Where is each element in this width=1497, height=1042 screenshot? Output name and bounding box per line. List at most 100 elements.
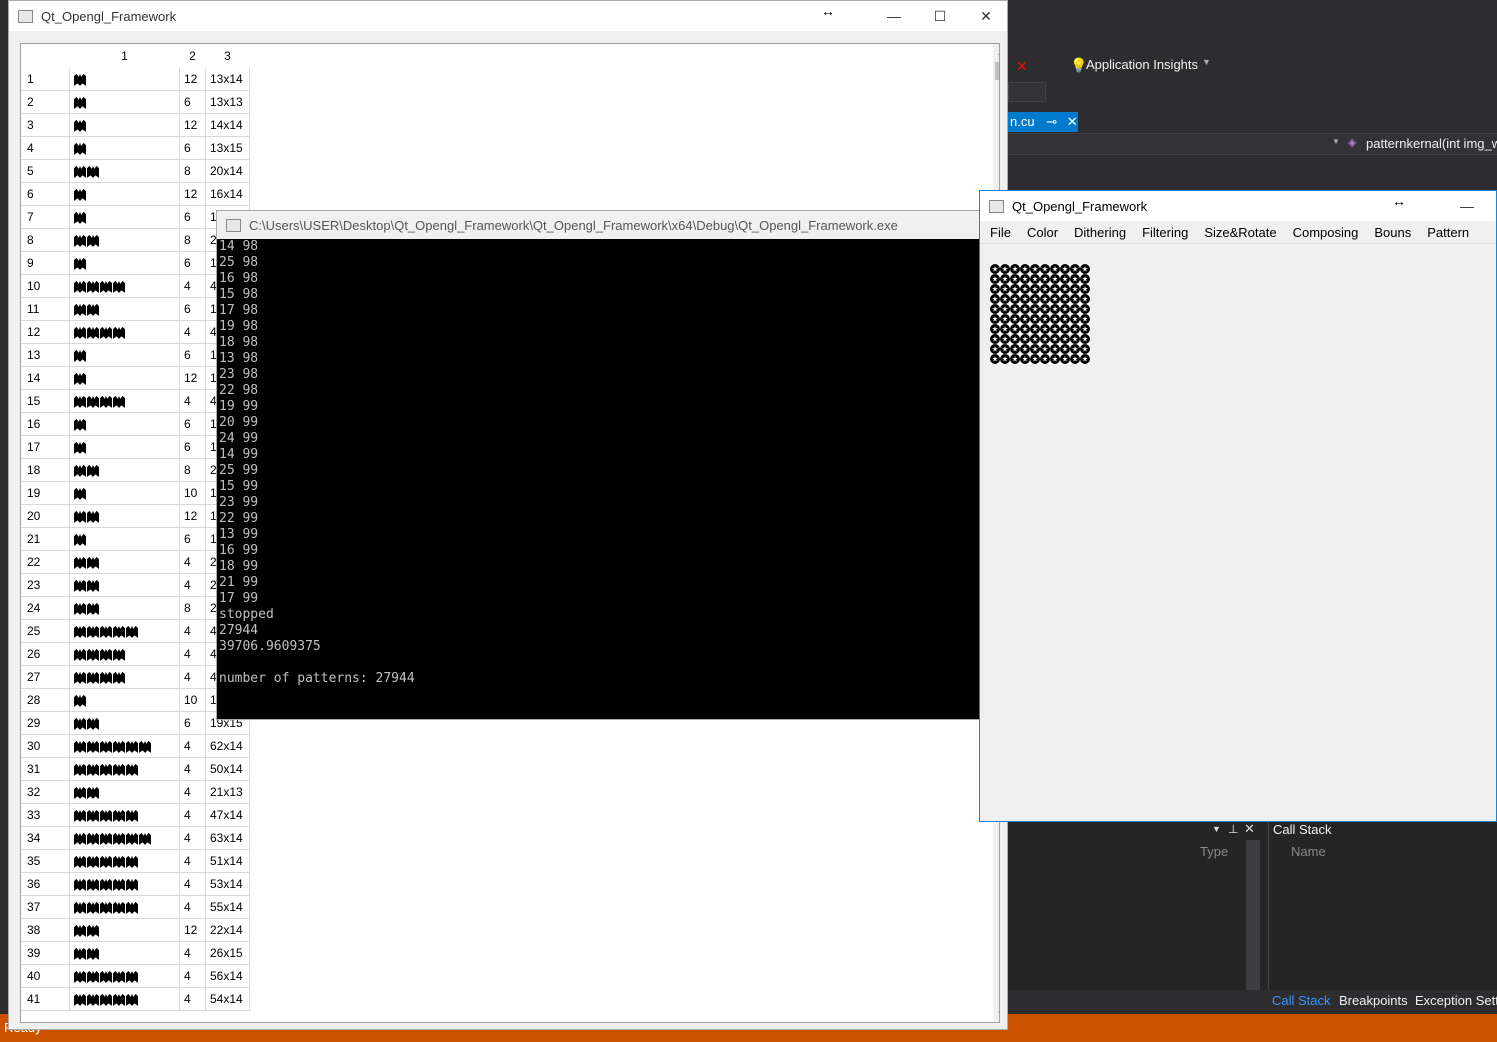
count-cell[interactable]: 12 [179,366,206,390]
count-cell[interactable]: 6 [179,297,206,321]
application-insights-button[interactable]: Application Insights [1086,57,1198,72]
row-header[interactable]: 11 [21,297,70,321]
row-header[interactable]: 36 [21,872,70,896]
count-cell[interactable]: 6 [179,412,206,436]
menu-item-composing[interactable]: Composing [1285,225,1367,240]
row-header[interactable]: 30 [21,734,70,758]
pattern-cell[interactable] [69,826,180,850]
size-cell[interactable]: 53x14 [205,872,250,896]
pin-icon[interactable]: ⊥ [1228,822,1238,836]
row-header[interactable]: 12 [21,320,70,344]
pattern-cell[interactable] [69,642,180,666]
row-header[interactable]: 25 [21,619,70,643]
title-bar[interactable]: Qt_Opengl_Framework ↔ — ☐ ✕ [9,1,1007,31]
count-cell[interactable]: 4 [179,780,206,804]
count-cell[interactable]: 10 [179,688,206,712]
pattern-cell[interactable] [69,182,180,206]
row-header[interactable]: 16 [21,412,70,436]
chevron-down-icon[interactable]: ▼ [1202,57,1211,67]
pattern-cell[interactable] [69,481,180,505]
pattern-cell[interactable] [69,343,180,367]
table-row[interactable]: 34 4 63x14 [21,826,250,850]
count-cell[interactable]: 4 [179,274,206,298]
row-header[interactable]: 4 [21,136,70,160]
pattern-cell[interactable] [69,435,180,459]
tab-source-file[interactable]: n.cu ⊸ ✕ [1008,112,1078,132]
pattern-cell[interactable] [69,366,180,390]
row-header[interactable]: 24 [21,596,70,620]
row-header[interactable]: 1 [21,68,70,91]
count-cell[interactable]: 4 [179,550,206,574]
pattern-cell[interactable] [69,113,180,137]
row-header[interactable]: 8 [21,228,70,252]
size-cell[interactable]: 22x14 [205,918,250,942]
menu-item-sizerotate[interactable]: Size&Rotate [1196,225,1284,240]
size-cell[interactable]: 51x14 [205,849,250,873]
row-header[interactable]: 21 [21,527,70,551]
menu-item-file[interactable]: File [982,225,1019,240]
row-header[interactable]: 19 [21,481,70,505]
count-cell[interactable]: 6 [179,205,206,229]
row-header[interactable]: 26 [21,642,70,666]
size-cell[interactable]: 62x14 [205,734,250,758]
chevron-down-icon[interactable]: ▼ [1212,824,1221,834]
pattern-cell[interactable] [69,964,180,988]
row-header[interactable]: 32 [21,780,70,804]
menu-item-pattern[interactable]: Pattern [1419,225,1477,240]
row-header[interactable]: 10 [21,274,70,298]
count-cell[interactable]: 12 [179,182,206,206]
size-cell[interactable]: 56x14 [205,964,250,988]
pattern-cell[interactable] [69,803,180,827]
close-icon[interactable]: ✕ [1244,821,1255,837]
debug-icon[interactable]: ✕ [1016,58,1028,75]
table-row[interactable]: 6 12 16x14 [21,182,250,206]
pattern-cell[interactable] [69,941,180,965]
count-cell[interactable]: 6 [179,435,206,459]
corner-header[interactable] [21,44,70,68]
row-header[interactable]: 35 [21,849,70,873]
row-header[interactable]: 41 [21,987,70,1011]
pattern-cell[interactable] [69,389,180,413]
column-header-3[interactable]: 3 [205,44,250,68]
count-cell[interactable]: 4 [179,849,206,873]
row-header[interactable]: 22 [21,550,70,574]
count-cell[interactable]: 4 [179,941,206,965]
table-row[interactable]: 41 4 54x14 [21,987,250,1011]
scroll-down-icon[interactable]: ▼ [993,1006,999,1022]
table-row[interactable]: 4 6 13x15 [21,136,250,160]
pattern-cell[interactable] [69,711,180,735]
menu-item-dithering[interactable]: Dithering [1066,225,1134,240]
row-header[interactable]: 20 [21,504,70,528]
pattern-cell[interactable] [69,895,180,919]
size-cell[interactable]: 50x14 [205,757,250,781]
row-header[interactable]: 3 [21,113,70,137]
tab-exception-settings[interactable]: Exception Sett [1415,993,1497,1008]
pattern-cell[interactable] [69,596,180,620]
tab-breakpoints[interactable]: Breakpoints [1339,993,1408,1008]
size-cell[interactable]: 47x14 [205,803,250,827]
row-header[interactable]: 38 [21,918,70,942]
row-header[interactable]: 5 [21,159,70,183]
count-cell[interactable]: 12 [179,504,206,528]
menu-item-bouns[interactable]: Bouns [1366,225,1419,240]
count-cell[interactable]: 8 [179,228,206,252]
scroll-up-icon[interactable]: ▲ [993,44,999,60]
pattern-cell[interactable] [69,205,180,229]
size-cell[interactable]: 54x14 [205,987,250,1011]
row-header[interactable]: 27 [21,665,70,689]
size-cell[interactable]: 14x14 [205,113,250,137]
pattern-cell[interactable] [69,849,180,873]
column-header-2[interactable]: 2 [179,44,206,68]
size-cell[interactable]: 63x14 [205,826,250,850]
pattern-cell[interactable] [69,412,180,436]
count-cell[interactable]: 4 [179,642,206,666]
count-cell[interactable]: 8 [179,159,206,183]
table-row[interactable]: 38 12 22x14 [21,918,250,942]
pattern-cell[interactable] [69,872,180,896]
count-cell[interactable]: 4 [179,734,206,758]
qt-title-bar[interactable]: Qt_Opengl_Framework ↔ — [980,191,1496,221]
pattern-cell[interactable] [69,550,180,574]
row-header[interactable]: 18 [21,458,70,482]
row-header[interactable]: 2 [21,90,70,114]
row-header[interactable]: 6 [21,182,70,206]
